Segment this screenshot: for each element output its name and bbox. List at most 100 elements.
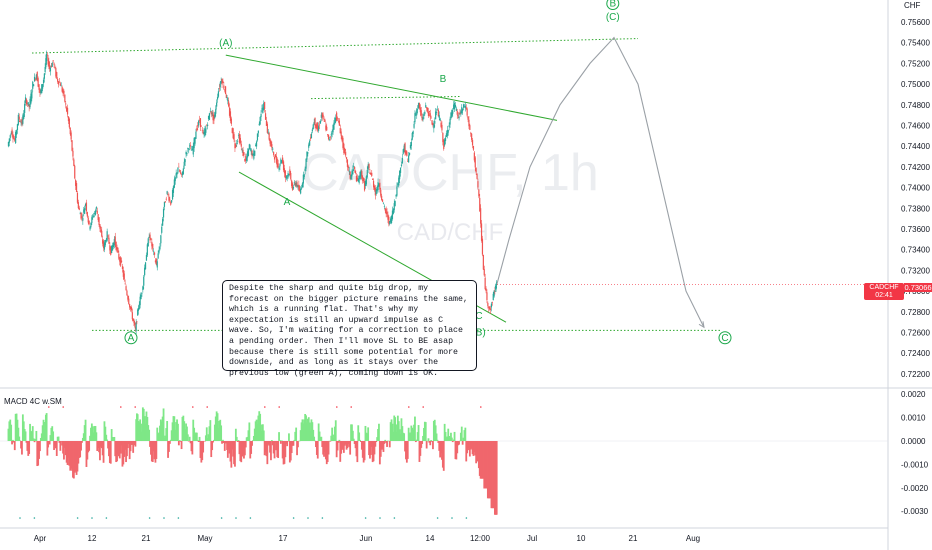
candle-body — [286, 175, 288, 179]
macd-signal-dot — [350, 406, 353, 408]
candle-body — [48, 60, 50, 66]
candle-body — [345, 157, 348, 159]
time-tick-label: 12 — [88, 534, 97, 543]
candle-body — [411, 133, 413, 140]
macd-bar — [177, 441, 180, 446]
candle-body — [235, 145, 237, 147]
macd-signal-dot — [465, 517, 468, 519]
macd-signal-dot — [206, 406, 208, 408]
candle-body — [290, 172, 292, 179]
macd-bar — [292, 441, 295, 446]
candle-body — [49, 67, 52, 72]
macd-signal-dot — [264, 406, 266, 408]
candle-body — [414, 113, 416, 123]
candle-body — [179, 170, 181, 172]
macd-bar — [403, 433, 406, 441]
time-tick-label: 14 — [426, 534, 435, 543]
candle-body — [434, 120, 436, 124]
candle-body — [478, 189, 480, 197]
macd-bar — [88, 441, 91, 451]
macd-tick-label: 0.0010 — [901, 414, 926, 423]
macd-bar — [106, 439, 109, 441]
candle-body — [53, 63, 55, 65]
macd-bar — [287, 441, 289, 442]
candle-body — [240, 143, 242, 147]
candle-body — [222, 80, 224, 83]
macd-bar — [28, 441, 31, 454]
time-tick-label: 21 — [142, 534, 151, 543]
candle-body — [150, 238, 152, 240]
candle-body — [246, 157, 248, 161]
candle-body — [165, 198, 167, 200]
candle-body — [491, 302, 493, 303]
macd-bar — [436, 439, 439, 441]
candle-body — [452, 110, 454, 114]
candle-body — [457, 115, 459, 116]
macd-bar — [166, 421, 169, 441]
candle-body — [75, 183, 78, 193]
candle-body — [417, 109, 419, 110]
price-tick-label: 0.74800 — [901, 101, 930, 110]
candle-body — [54, 66, 56, 68]
candle-body — [57, 81, 60, 85]
currency-label: CHF — [904, 1, 921, 10]
candle-body — [145, 255, 148, 261]
candle-body — [227, 100, 229, 102]
macd-signal-dot — [278, 406, 281, 408]
macd-tick-label: -0.0010 — [901, 460, 929, 469]
macd-bar — [425, 441, 428, 449]
wave-label: A — [284, 197, 291, 208]
macd-bar — [198, 436, 201, 441]
macd-bar — [430, 440, 433, 441]
annotation-note[interactable]: Despite the sharp and quite big drop, my… — [222, 280, 477, 378]
candle-body — [433, 124, 435, 129]
wave-label: (A) — [219, 38, 232, 49]
candle-body — [17, 114, 19, 125]
candle-body — [345, 151, 347, 156]
last-price-countdown: 02:41 — [875, 292, 893, 299]
macd-signal-dot — [422, 406, 425, 408]
macd-signal-dot — [480, 406, 482, 408]
chart-canvas: CADCHF, 1hCAD/CHF0.756000.754000.752000.… — [0, 0, 932, 550]
macd-bar — [197, 441, 200, 442]
candle-body — [327, 134, 330, 140]
macd-bar — [495, 441, 498, 515]
macd-bar — [384, 439, 387, 441]
candle-body — [94, 210, 97, 215]
price-tick-label: 0.74200 — [901, 163, 930, 172]
candle-body — [144, 262, 147, 270]
price-tick-label: 0.73800 — [901, 204, 930, 213]
candle-body — [476, 173, 478, 179]
candle-body — [19, 121, 21, 123]
candle-body — [338, 120, 340, 126]
macd-bar — [59, 441, 62, 451]
macd-bar — [329, 441, 332, 442]
candle-body — [352, 169, 354, 175]
candle-body — [239, 137, 241, 144]
candle-body — [74, 165, 76, 179]
candle-body — [420, 110, 422, 116]
candle-body — [120, 260, 123, 263]
macd-title[interactable]: MACD 4C w.SM — [4, 397, 62, 406]
candle-body — [81, 216, 83, 218]
candle-body — [279, 164, 281, 167]
candle-body — [399, 167, 402, 173]
last-price-badge: CADCHF 02:41 — [864, 283, 904, 300]
candle-body — [205, 127, 207, 133]
macd-bar — [386, 441, 388, 447]
macd-signal-dot — [91, 517, 93, 519]
candle-body — [467, 116, 469, 120]
candle-body — [381, 199, 384, 202]
candle-body — [91, 217, 93, 223]
candle-body — [198, 120, 200, 126]
candle-body — [413, 123, 415, 128]
candle-body — [65, 103, 67, 105]
candle-body — [98, 217, 100, 225]
wave-label: B — [440, 74, 447, 85]
candle-body — [134, 322, 136, 325]
candle-body — [365, 176, 367, 185]
candle-body — [247, 149, 250, 156]
candle-body — [259, 117, 261, 125]
macd-bar — [220, 425, 223, 441]
candle-body — [108, 237, 110, 244]
